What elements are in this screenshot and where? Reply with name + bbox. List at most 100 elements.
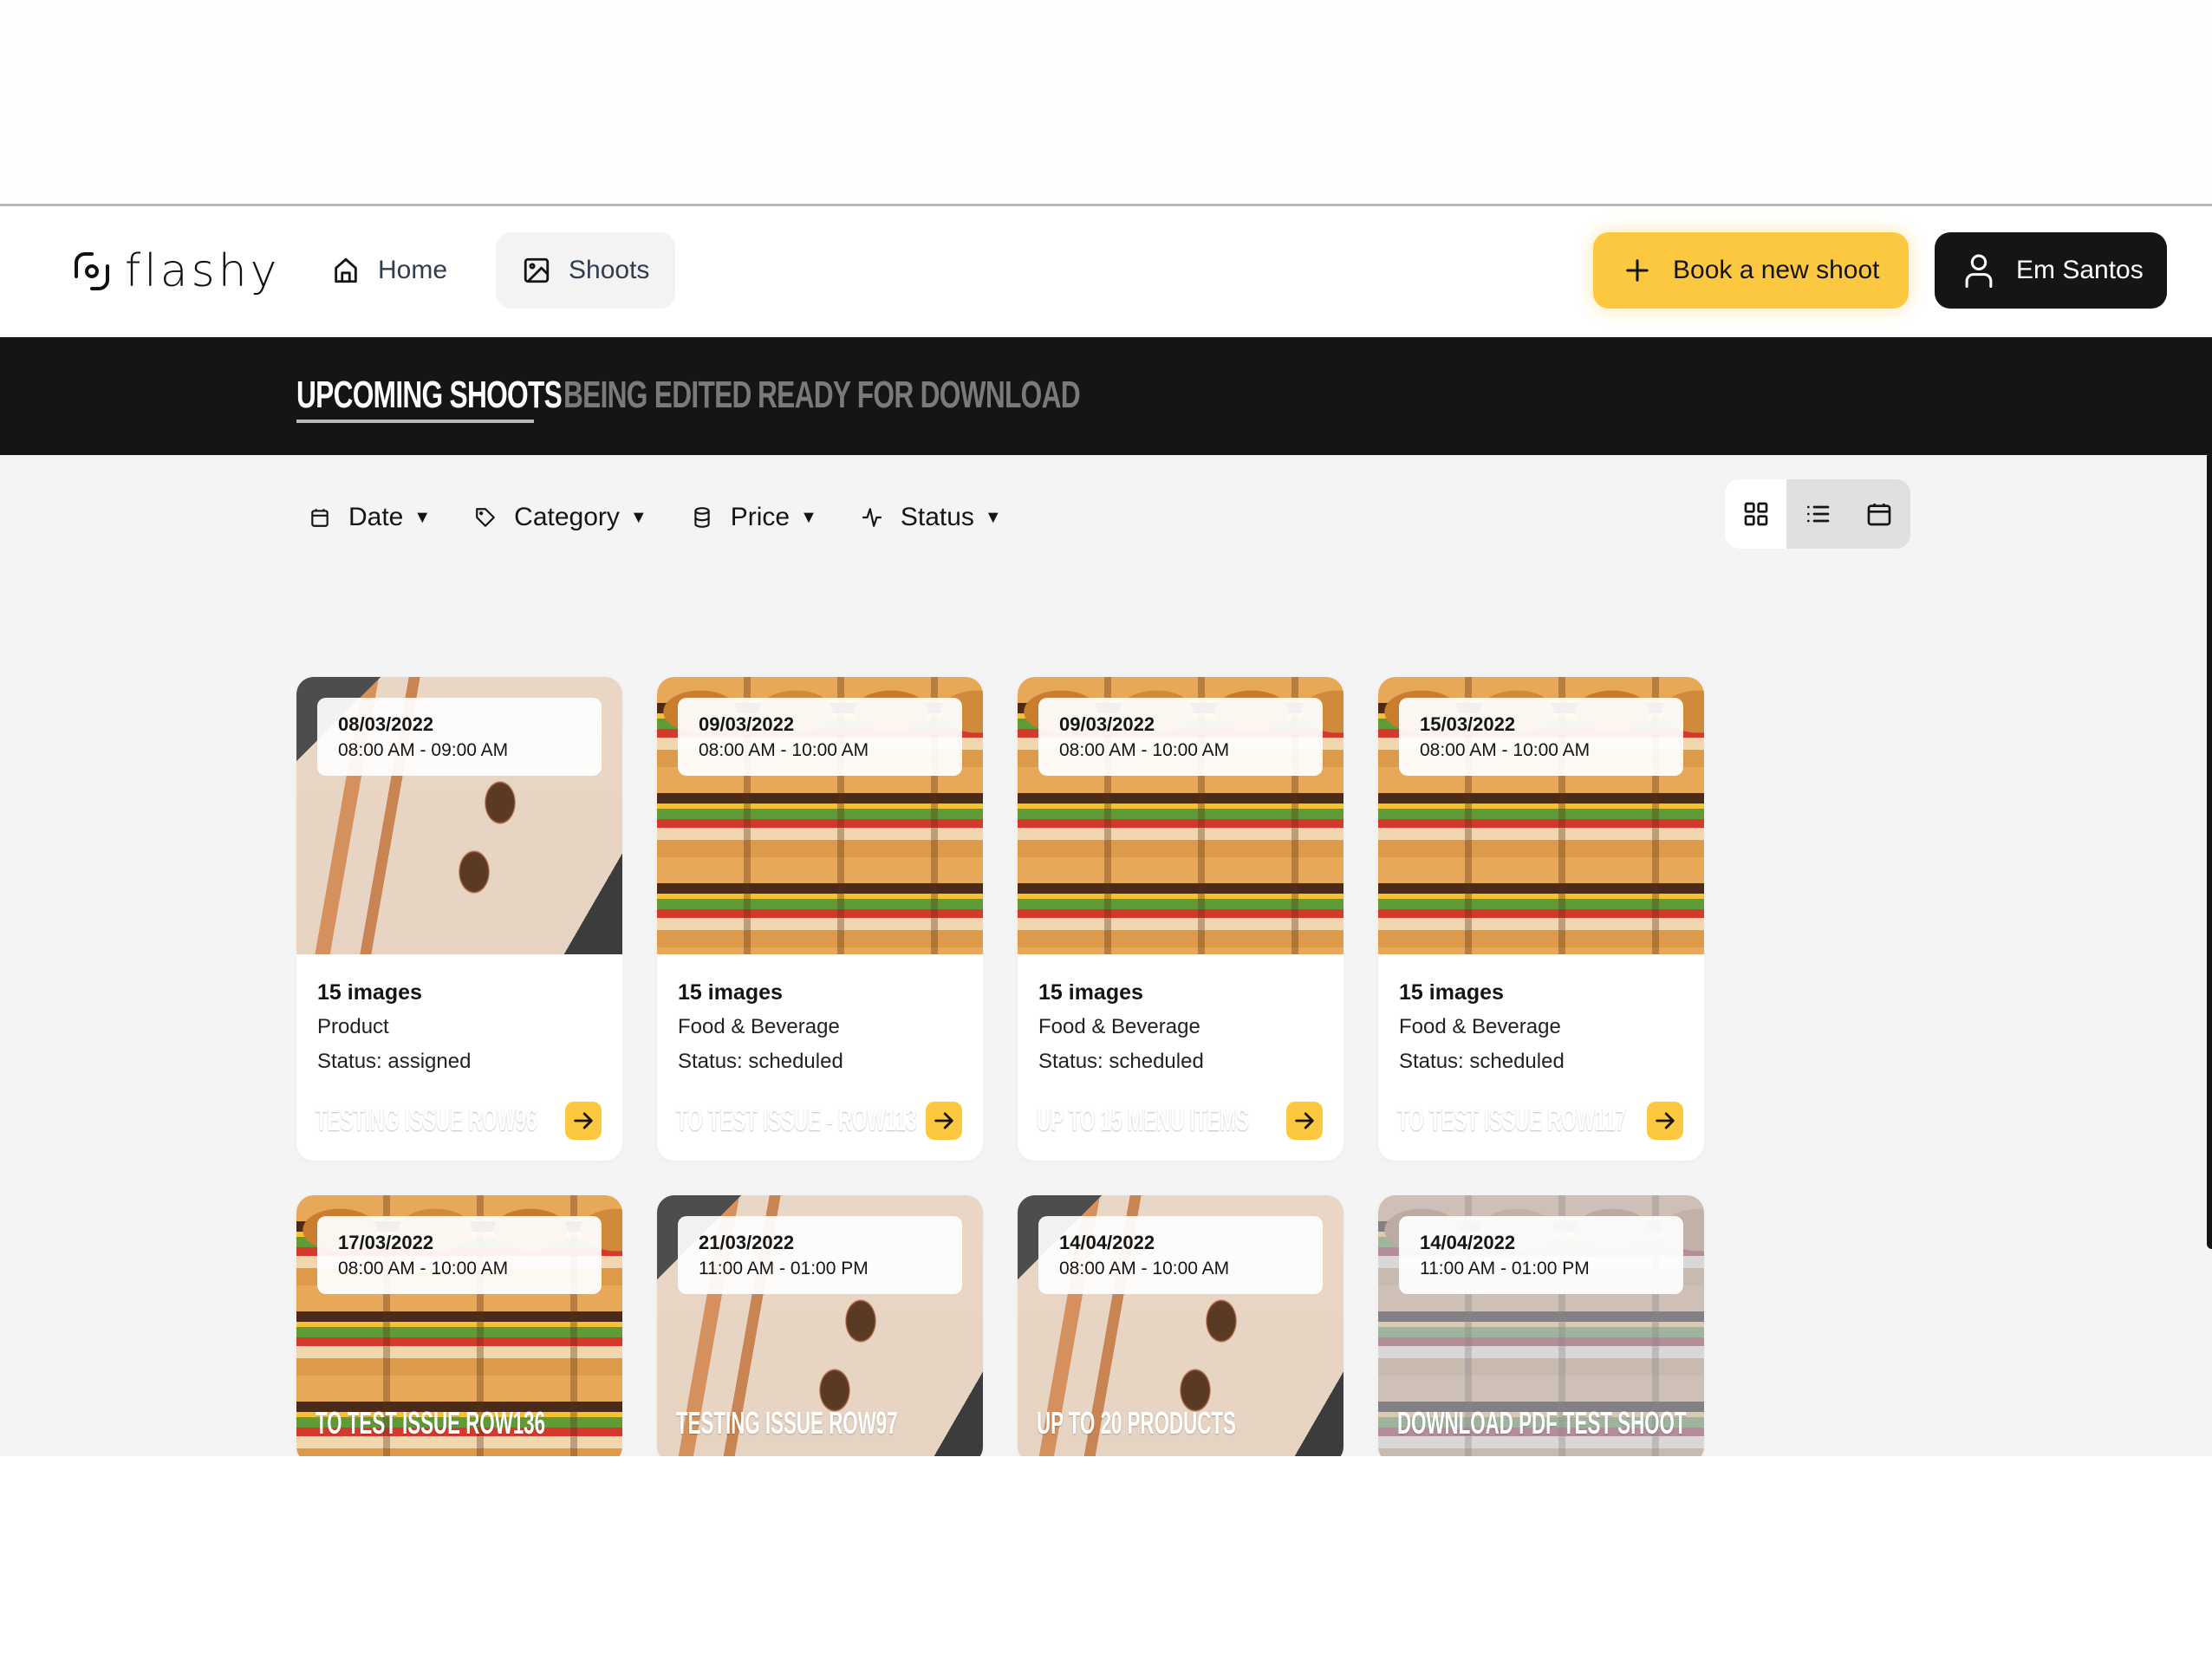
filter-price-label: Price (730, 503, 790, 531)
shoot-card[interactable]: 08/03/2022 08:00 AM - 09:00 AM TESTING I… (296, 677, 622, 1161)
grid-view-button[interactable] (1725, 479, 1786, 549)
filter-price[interactable]: Price ▼ (691, 503, 817, 532)
arrow-right-icon (1295, 1112, 1314, 1129)
shoot-time: 08:00 AM - 09:00 AM (338, 740, 509, 760)
list-icon (1806, 505, 1829, 523)
calendar-icon (1867, 504, 1890, 526)
open-shoot-button[interactable] (565, 1102, 602, 1140)
open-shoot-button[interactable] (926, 1102, 962, 1140)
shoot-date-box: 09/03/2022 08:00 AM - 10:00 AM (1038, 698, 1323, 776)
shoot-date: 21/03/2022 (699, 1232, 795, 1253)
shoot-time: 08:00 AM - 10:00 AM (1059, 1259, 1230, 1278)
tag-icon (476, 508, 496, 527)
scrollbar[interactable] (2207, 445, 2212, 1249)
book-new-shoot-button[interactable]: Book a new shoot (1593, 232, 1909, 309)
shoot-card[interactable]: 14/04/2022 08:00 AM - 10:00 AM UP TO 20 … (1018, 1195, 1343, 1456)
calendar-view-button[interactable] (1848, 479, 1909, 549)
shoots-content: Date ▼ Category ▼ Price ▼ Status ▼ 08/03… (0, 455, 2212, 1456)
tab-ready-for-download[interactable]: READY FOR DOWNLOAD (758, 374, 1081, 417)
shoot-time: 08:00 AM - 10:00 AM (1059, 740, 1230, 760)
nav-home[interactable]: Home (305, 232, 473, 309)
shoot-details: 15 images Food & Beverage Status: schedu… (678, 975, 843, 1079)
shoot-date: 14/04/2022 (1059, 1232, 1155, 1253)
shoot-time: 11:00 AM - 01:00 PM (1420, 1259, 1590, 1278)
shoot-date-box: 09/03/2022 08:00 AM - 10:00 AM (678, 698, 962, 776)
shoot-date-box: 08/03/2022 08:00 AM - 09:00 AM (317, 698, 602, 776)
caret-down-icon: ▼ (629, 507, 647, 527)
user-menu-button[interactable]: Em Santos (1935, 232, 2167, 309)
brand-name: flashy (125, 245, 281, 297)
shoot-title: TO TEST ISSUE ROW136 (316, 1405, 546, 1441)
top-navbar: flashy Home Shoots Book a new shoot Em S… (0, 206, 2212, 337)
caret-down-icon: ▼ (800, 507, 817, 527)
shoot-date-box: 14/04/2022 08:00 AM - 10:00 AM (1038, 1216, 1323, 1294)
shoot-card[interactable]: 15/03/2022 08:00 AM - 10:00 AM TO TEST I… (1378, 677, 1704, 1161)
shoot-date: 15/03/2022 (1420, 713, 1516, 735)
user-name: Em Santos (2016, 256, 2144, 284)
shoot-category: Product (317, 1015, 389, 1038)
shoot-status-tabs: UPCOMING SHOOTS BEING EDITED READY FOR D… (0, 337, 2212, 455)
blank-header-area (0, 0, 2212, 205)
nav-home-label: Home (378, 256, 448, 284)
arrow-right-icon (1656, 1112, 1675, 1129)
shoot-card[interactable]: 09/03/2022 08:00 AM - 10:00 AM UP TO 15 … (1018, 677, 1343, 1161)
shoot-card[interactable]: 14/04/2022 11:00 AM - 01:00 PM DOWNLOAD … (1378, 1195, 1704, 1456)
shoot-date: 14/04/2022 (1420, 1232, 1516, 1253)
arrow-right-icon (934, 1112, 953, 1129)
shoot-date: 08/03/2022 (338, 713, 434, 735)
shoot-date: 17/03/2022 (338, 1232, 434, 1253)
plus-icon (1626, 259, 1649, 282)
shoot-date-box: 21/03/2022 11:00 AM - 01:00 PM (678, 1216, 962, 1294)
shoot-title: TO TEST ISSUE - ROW113 (676, 1102, 917, 1137)
shoot-category: Food & Beverage (1399, 1015, 1561, 1038)
nav-shoots[interactable]: Shoots (496, 232, 676, 309)
shoot-status: Status: scheduled (678, 1050, 843, 1073)
shoot-title: TESTING ISSUE ROW97 (676, 1405, 898, 1441)
shoot-category: Food & Beverage (678, 1015, 840, 1038)
shoot-title: TO TEST ISSUE ROW117 (1397, 1102, 1626, 1137)
blank-footer-area (0, 1456, 2212, 1659)
caret-down-icon: ▼ (984, 507, 1002, 527)
shoot-title: TESTING ISSUE ROW96 (316, 1102, 537, 1137)
open-shoot-button[interactable] (1647, 1102, 1683, 1140)
shoot-image-count: 15 images (1038, 980, 1143, 1005)
list-view-button[interactable] (1786, 479, 1848, 549)
filter-status[interactable]: Status ▼ (861, 503, 1002, 532)
shoot-date-box: 14/04/2022 11:00 AM - 01:00 PM (1399, 1216, 1683, 1294)
shoot-image-count: 15 images (317, 980, 422, 1005)
shoot-card[interactable]: 21/03/2022 11:00 AM - 01:00 PM TESTING I… (657, 1195, 983, 1456)
tab-being-edited[interactable]: BEING EDITED (563, 374, 751, 417)
user-icon (1965, 254, 1993, 288)
filter-category-label: Category (514, 503, 620, 531)
tab-upcoming-shoots[interactable]: UPCOMING SHOOTS (296, 374, 563, 417)
shoot-status: Status: assigned (317, 1050, 472, 1073)
shoot-title: DOWNLOAD PDF TEST SHOOT (1397, 1405, 1687, 1441)
shoot-date-box: 17/03/2022 08:00 AM - 10:00 AM (317, 1216, 602, 1294)
filter-status-label: Status (900, 503, 974, 531)
database-icon (694, 507, 710, 528)
shoot-date: 09/03/2022 (699, 713, 795, 735)
shoot-date: 09/03/2022 (1059, 713, 1155, 735)
logo[interactable]: flashy (71, 244, 280, 298)
grid-icon (1744, 502, 1767, 526)
active-tab-indicator (296, 420, 534, 423)
shoot-time: 08:00 AM - 10:00 AM (699, 740, 869, 760)
shoot-time: 08:00 AM - 10:00 AM (1420, 740, 1591, 760)
image-icon (524, 257, 550, 283)
filter-category[interactable]: Category ▼ (474, 503, 647, 532)
home-icon (335, 257, 357, 283)
shoot-card[interactable]: 09/03/2022 08:00 AM - 10:00 AM TO TEST I… (657, 677, 983, 1161)
filter-date[interactable]: Date ▼ (309, 503, 431, 532)
shoot-title: UP TO 20 PRODUCTS (1037, 1405, 1236, 1441)
shoot-time: 11:00 AM - 01:00 PM (699, 1259, 869, 1278)
shoot-status: Status: scheduled (1399, 1050, 1565, 1073)
shoot-image-count: 15 images (1399, 980, 1504, 1005)
shoot-title: UP TO 15 MENU ITEMS (1037, 1102, 1249, 1137)
nav-shoots-label: Shoots (569, 256, 650, 284)
shoot-details: 15 images Food & Beverage Status: schedu… (1399, 975, 1565, 1079)
shoot-card[interactable]: 17/03/2022 08:00 AM - 10:00 AM TO TEST I… (296, 1195, 622, 1456)
shoot-status: Status: scheduled (1038, 1050, 1204, 1073)
shoot-time: 08:00 AM - 10:00 AM (338, 1259, 509, 1278)
open-shoot-button[interactable] (1286, 1102, 1323, 1140)
filter-date-label: Date (348, 503, 404, 531)
